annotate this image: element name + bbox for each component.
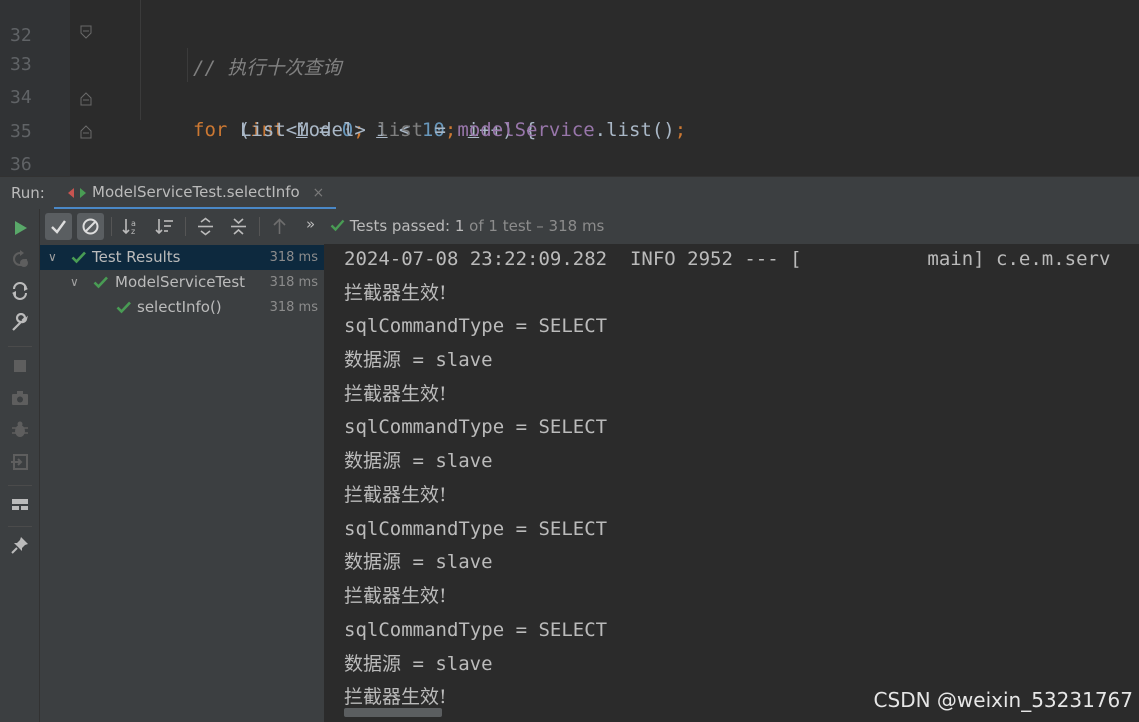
test-results-tree: ∨ Test Results 318 ms ∨ ModelServiceTest… xyxy=(40,244,325,722)
expand-all-icon xyxy=(198,217,213,236)
layout-icon[interactable] xyxy=(10,494,30,514)
toolbar-separator xyxy=(111,217,112,236)
code-editor[interactable]: 32 // 执行十次查询 33 for (int i = 0; i < 10; … xyxy=(0,0,1139,176)
console-line: 拦截器生效! xyxy=(344,585,447,607)
run-tab-title: ModelServiceTest.selectInfo xyxy=(92,183,300,201)
sort-duration-icon xyxy=(155,219,173,235)
check-icon xyxy=(330,219,345,232)
console-line: 数据源 = slave xyxy=(344,349,493,371)
console-line: sqlCommandType = SELECT xyxy=(344,315,608,337)
console-output[interactable]: 2024-07-08 23:22:09.282 INFO 2952 --- [ … xyxy=(325,244,1139,722)
status-text: Tests passed: xyxy=(349,217,451,235)
run-label: Run: xyxy=(11,184,45,202)
console-line: sqlCommandType = SELECT xyxy=(344,619,608,641)
tree-row-select-info[interactable]: selectInfo() 318 ms xyxy=(40,295,324,320)
toolbar-separator xyxy=(259,217,260,236)
import-icon[interactable] xyxy=(10,452,30,472)
console-line: sqlCommandType = SELECT xyxy=(344,518,608,540)
pin-icon[interactable] xyxy=(10,535,30,555)
fold-icon[interactable] xyxy=(80,92,92,106)
fold-icon[interactable] xyxy=(80,25,92,39)
sort-alpha-button[interactable]: az xyxy=(118,213,145,240)
fold-icon[interactable] xyxy=(80,125,92,139)
code-line-36: 36 } xyxy=(0,115,1139,175)
code-line-33: 33 for (int i = 0; i < 10; i++) { xyxy=(0,15,1139,141)
console-line: sqlCommandType = SELECT xyxy=(344,416,608,438)
strip-separator xyxy=(8,485,32,486)
console-line: 数据源 = slave xyxy=(344,551,493,573)
rerun-icon[interactable] xyxy=(10,218,30,238)
code-line-34: 34 List<Model> list = modelService.list(… xyxy=(0,48,1139,141)
arrow-up-icon xyxy=(273,218,286,234)
camera-icon[interactable] xyxy=(10,388,30,408)
collapse-all-icon xyxy=(231,218,246,235)
show-passed-button[interactable] xyxy=(45,213,72,240)
strip-separator xyxy=(8,526,32,527)
chevron-down-icon[interactable]: ∨ xyxy=(70,270,79,295)
run-side-toolbar xyxy=(0,209,40,722)
check-icon xyxy=(51,220,66,234)
tree-node-label: ModelServiceTest xyxy=(115,273,246,291)
console-line: 拦截器生效! xyxy=(344,282,447,304)
strip-separator xyxy=(8,346,32,347)
rerun-failed-icon[interactable] xyxy=(10,249,30,269)
wrench-icon[interactable] xyxy=(10,313,30,333)
watermark: CSDN @weixin_53231767 xyxy=(873,688,1133,712)
check-icon xyxy=(116,301,131,314)
status-count: 1 xyxy=(454,217,465,235)
tree-node-time: 318 ms xyxy=(269,275,318,290)
show-ignored-button[interactable] xyxy=(77,213,104,240)
previous-failed-button[interactable] xyxy=(266,213,293,240)
check-icon xyxy=(93,276,108,289)
console-line: 拦截器生效! xyxy=(344,383,447,405)
check-icon xyxy=(71,251,86,264)
tree-row-model-service-test[interactable]: ∨ ModelServiceTest 318 ms xyxy=(40,270,324,295)
sort-duration-button[interactable] xyxy=(151,213,178,240)
tree-node-label: selectInfo() xyxy=(137,298,222,316)
collapse-all-button[interactable] xyxy=(225,213,252,240)
console-line: 2024-07-08 23:22:09.282 INFO 2952 --- [ … xyxy=(344,248,1111,270)
sort-alpha-icon: az xyxy=(122,219,136,236)
run-tool-window-header: Run: ModelServiceTest.selectInfo × xyxy=(0,176,1139,210)
tree-node-label: Test Results xyxy=(92,248,181,266)
code-line-37: 37 } xyxy=(0,148,1139,176)
tree-node-time: 318 ms xyxy=(269,250,318,265)
test-status: Tests passed: 1 of 1 test – 318 ms xyxy=(330,217,604,235)
bug-icon[interactable] xyxy=(10,420,30,440)
run-tab[interactable]: ModelServiceTest.selectInfo × xyxy=(54,177,337,210)
test-toolbar: az » Tests passed: 1 of 1 test – 318 ms xyxy=(0,209,1139,244)
stop-icon[interactable] xyxy=(10,356,30,376)
expand-all-button[interactable] xyxy=(192,213,219,240)
tree-row-test-results[interactable]: ∨ Test Results 318 ms xyxy=(40,245,324,270)
test-config-icon xyxy=(68,188,86,198)
ignored-icon xyxy=(82,218,99,235)
close-icon[interactable]: × xyxy=(313,185,325,201)
horizontal-scrollbar[interactable] xyxy=(344,708,442,717)
chevron-down-icon[interactable]: ∨ xyxy=(48,245,57,270)
tree-node-time: 318 ms xyxy=(269,300,318,315)
console-line: 数据源 = slave xyxy=(344,653,493,675)
more-actions-button[interactable]: » xyxy=(306,215,315,233)
console-line: 拦截器生效! xyxy=(344,484,447,506)
toolbar-separator xyxy=(185,217,186,236)
console-line: 数据源 = slave xyxy=(344,450,493,472)
toggle-auto-test-icon[interactable] xyxy=(10,281,30,301)
status-detail: of 1 test – 318 ms xyxy=(469,217,605,235)
svg-text:z: z xyxy=(131,227,135,236)
code-line-35: 35 } xyxy=(0,82,1139,142)
